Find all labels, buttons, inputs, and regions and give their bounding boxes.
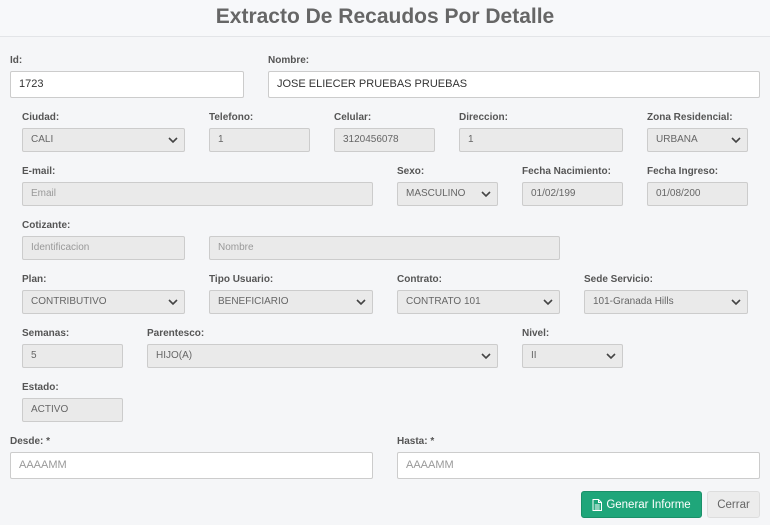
zona-value: URBANA [656,134,698,145]
chevron-down-icon [481,191,491,198]
chevron-down-icon [543,299,553,306]
desde-input[interactable]: AAAAMM [10,452,373,479]
fecha-ingreso-label: Fecha Ingreso: [647,166,719,177]
chevron-down-icon [168,137,178,144]
generar-informe-label: Generar Informe [606,498,691,511]
fecha-ingreso-field[interactable]: 01/08/200 [647,182,748,206]
chevron-down-icon [481,353,491,360]
nombre-label: Nombre: [268,55,310,66]
direccion-field[interactable]: 1 [459,128,623,152]
ciudad-select[interactable]: CALI [22,128,185,152]
ciudad-label: Ciudad: [22,112,60,123]
id-label: Id: [10,55,23,66]
celular-label: Celular: [334,112,372,123]
sexo-select[interactable]: MASCULINO [397,182,498,206]
tipo-usuario-select[interactable]: BENEFICIARIO [209,290,373,314]
tipo-usuario-label: Tipo Usuario: [209,274,274,285]
estado-label: Estado: [22,382,59,393]
cotizante-id-field[interactable]: Identificacion [22,236,185,260]
telefono-field[interactable]: 1 [209,128,310,152]
celular-field[interactable]: 3120456078 [334,128,435,152]
sede-label: Sede Servicio: [584,274,653,285]
chevron-down-icon [731,299,741,306]
parentesco-value: HIJO(A) [156,350,193,361]
parentesco-label: Parentesco: [147,328,205,339]
chevron-down-icon [168,299,178,306]
sede-select[interactable]: 101-Granada Hills [584,290,748,314]
nivel-value: II [531,350,537,361]
tipo-usuario-value: BENEFICIARIO [218,296,289,307]
sede-value: 101-Granada Hills [593,296,674,307]
estado-field[interactable]: ACTIVO [22,398,123,422]
zona-select[interactable]: URBANA [647,128,748,152]
email-field[interactable]: Email [22,182,373,206]
hasta-label: Hasta: * [397,436,435,447]
generar-informe-button[interactable]: Generar Informe [581,491,702,518]
ciudad-value: CALI [31,134,54,145]
email-label: E-mail: [22,166,56,177]
telefono-label: Telefono: [209,112,254,123]
contrato-select[interactable]: CONTRATO 101 [397,290,560,314]
semanas-field[interactable]: 5 [22,344,123,368]
fecha-nacimiento-field[interactable]: 01/02/199 [522,182,623,206]
contrato-label: Contrato: [397,274,442,285]
direccion-label: Direccion: [459,112,508,123]
plan-value: CONTRIBUTIVO [31,296,107,307]
id-field[interactable]: 1723 [10,71,244,98]
zona-label: Zona Residencial: [647,112,733,123]
nombre-field[interactable]: JOSE ELIECER PRUEBAS PRUEBAS [268,71,760,98]
cotizante-label: Cotizante: [22,220,71,231]
cerrar-button[interactable]: Cerrar [707,491,760,518]
page-title: Extracto De Recaudos Por Detalle [215,5,555,28]
parentesco-select[interactable]: HIJO(A) [147,344,498,368]
chevron-down-icon [356,299,366,306]
file-icon [592,498,603,511]
chevron-down-icon [731,137,741,144]
chevron-down-icon [606,353,616,360]
cotizante-nombre-field[interactable]: Nombre [209,236,560,260]
plan-select[interactable]: CONTRIBUTIVO [22,290,185,314]
hasta-input[interactable]: AAAAMM [397,452,760,479]
semanas-label: Semanas: [22,328,70,339]
fecha-nacimiento-label: Fecha Nacimiento: [522,166,611,177]
sexo-value: MASCULINO [406,188,466,199]
contrato-value: CONTRATO 101 [406,296,481,307]
nivel-label: Nivel: [522,328,550,339]
desde-label: Desde: * [10,436,51,447]
sexo-label: Sexo: [397,166,425,177]
nivel-select[interactable]: II [522,344,623,368]
page-header: Extracto De Recaudos Por Detalle [0,0,770,37]
plan-label: Plan: [22,274,47,285]
